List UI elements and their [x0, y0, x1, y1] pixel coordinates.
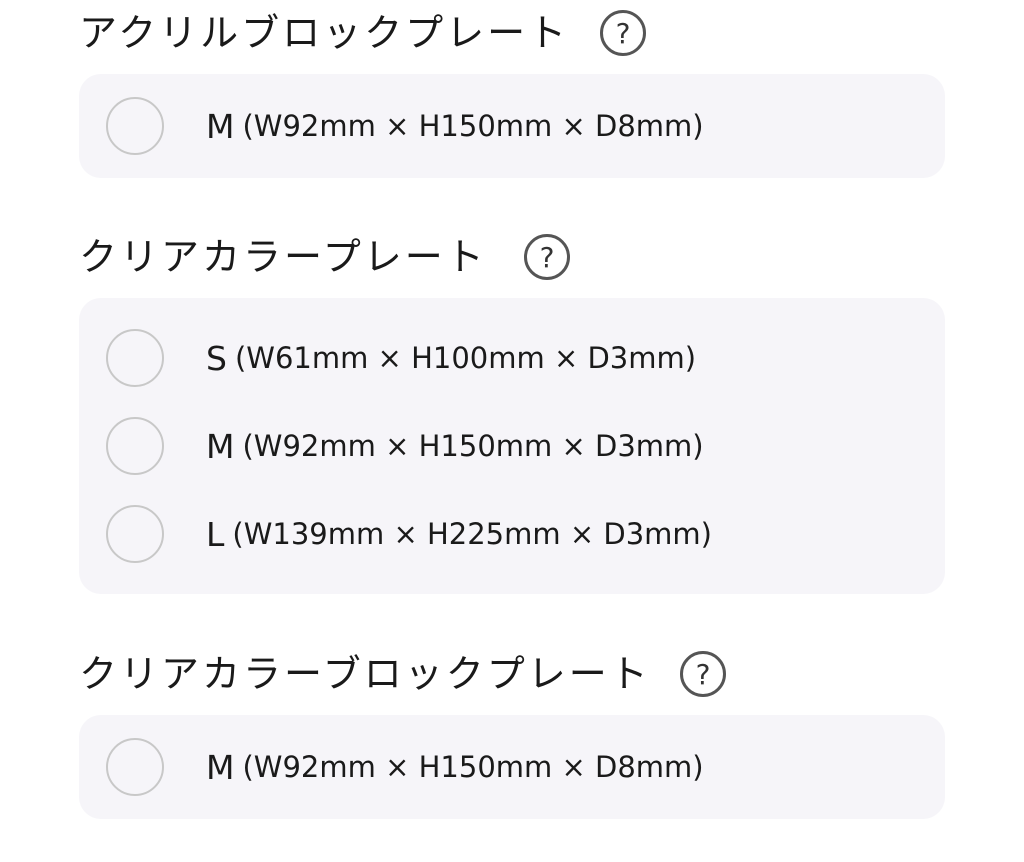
radio-button[interactable]: [106, 738, 164, 796]
option-clear-color-block-m[interactable]: M (W92mm × H150mm × D8mm): [79, 723, 945, 811]
option-label: M (W92mm × H150mm × D8mm): [206, 82, 704, 170]
option-clear-color-m[interactable]: M (W92mm × H150mm × D3mm): [79, 402, 945, 490]
option-size: M: [206, 747, 235, 787]
radio-button[interactable]: [106, 505, 164, 563]
option-size: M: [206, 106, 235, 146]
section-clear-color-block-plate: クリアカラーブロックプレート ? M (W92mm × H150mm × D8m…: [79, 643, 945, 819]
section-title: クリアカラーブロックプレート: [79, 652, 651, 696]
option-acrylic-block-m[interactable]: M (W92mm × H150mm × D8mm): [79, 82, 945, 170]
option-size: S: [206, 338, 227, 378]
option-dimensions: (W92mm × H150mm × D8mm): [242, 109, 704, 143]
question-mark-icon[interactable]: ?: [600, 10, 646, 56]
question-mark-icon[interactable]: ?: [524, 234, 570, 280]
section-title: アクリルブロックプレート: [79, 11, 570, 55]
section-clear-color-plate: クリアカラープレート ? S (W61mm × H100mm × D3mm) M…: [79, 226, 945, 594]
option-clear-color-s[interactable]: S (W61mm × H100mm × D3mm): [79, 314, 945, 402]
section-header: クリアカラーブロックプレート ?: [79, 643, 945, 705]
option-clear-color-l[interactable]: L (W139mm × H225mm × D3mm): [79, 490, 945, 578]
option-label: L (W139mm × H225mm × D3mm): [206, 490, 712, 578]
option-card: M (W92mm × H150mm × D8mm): [79, 74, 945, 178]
option-card: S (W61mm × H100mm × D3mm) M (W92mm × H15…: [79, 298, 945, 594]
option-label: S (W61mm × H100mm × D3mm): [206, 314, 696, 402]
option-dimensions: (W139mm × H225mm × D3mm): [232, 517, 712, 551]
section-title: クリアカラープレート: [79, 235, 487, 279]
option-dimensions: (W92mm × H150mm × D3mm): [242, 429, 704, 463]
section-header: クリアカラープレート ?: [79, 226, 945, 288]
section-header: アクリルブロックプレート ?: [79, 2, 945, 64]
option-label: M (W92mm × H150mm × D8mm): [206, 723, 704, 811]
option-label: M (W92mm × H150mm × D3mm): [206, 402, 704, 490]
option-dimensions: (W61mm × H100mm × D3mm): [234, 341, 697, 375]
question-mark-icon[interactable]: ?: [680, 651, 726, 697]
option-size: M: [206, 426, 235, 466]
radio-button[interactable]: [106, 97, 164, 155]
section-acrylic-block-plate: アクリルブロックプレート ? M (W92mm × H150mm × D8mm): [79, 2, 945, 178]
option-dimensions: (W92mm × H150mm × D8mm): [242, 750, 704, 784]
option-card: M (W92mm × H150mm × D8mm): [79, 715, 945, 819]
option-size: L: [206, 514, 225, 554]
radio-button[interactable]: [106, 417, 164, 475]
radio-button[interactable]: [106, 329, 164, 387]
